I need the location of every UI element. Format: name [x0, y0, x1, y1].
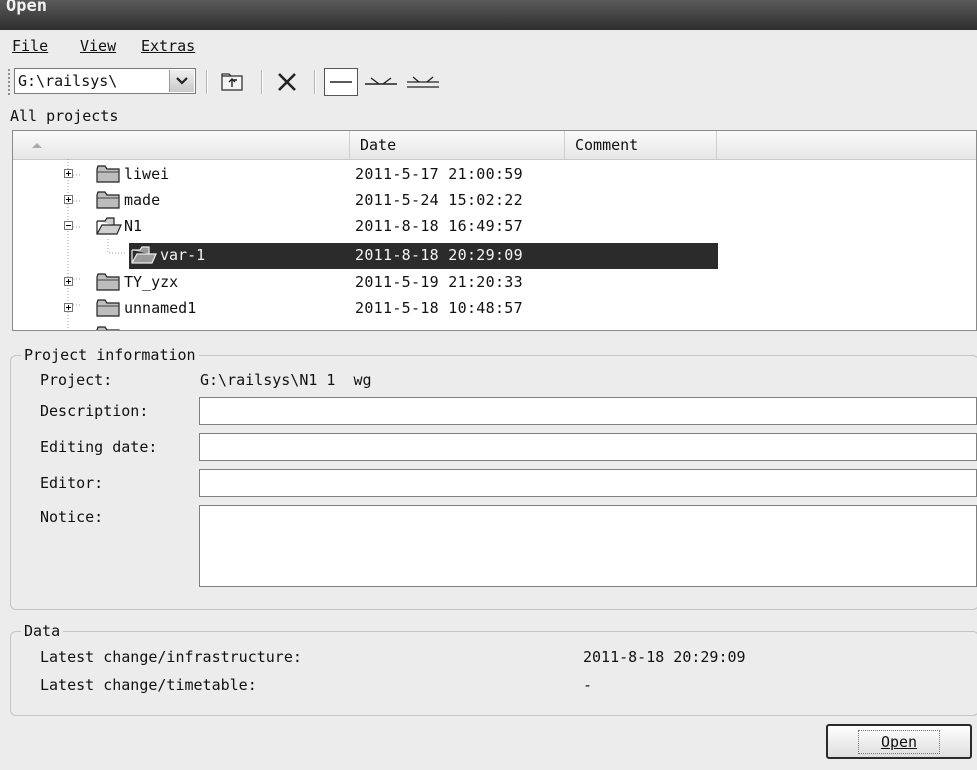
menu-file[interactable]: File	[12, 37, 48, 55]
tree-row[interactable]: unnamed1 2011-5-18 10:48:57	[13, 296, 976, 322]
folder-up-icon[interactable]	[218, 70, 246, 94]
tree-title: All projects	[10, 107, 119, 125]
toolbar-separator	[314, 70, 316, 94]
column-header-comment[interactable]: Comment	[565, 131, 717, 159]
expand-icon[interactable]	[64, 195, 73, 204]
path-combobox[interactable]: G:\railsys\	[14, 68, 196, 94]
expand-icon[interactable]	[64, 169, 73, 178]
column-comment-label: Comment	[575, 136, 639, 154]
infrastructure-change-value: 2011-8-18 20:29:09	[583, 648, 746, 666]
line-double-icon[interactable]	[404, 70, 442, 94]
row-name: N1	[124, 217, 143, 235]
menu-view-label: View	[80, 37, 117, 55]
folder-open-icon	[131, 246, 157, 264]
open-button-label: Open	[857, 729, 941, 754]
project-tree[interactable]: Date Comment liwei 2011-5-17 21:00:59 ma…	[12, 130, 977, 331]
toolbar-separator	[261, 70, 263, 94]
toolbar: G:\railsys\	[0, 62, 977, 102]
folder-icon	[96, 299, 120, 317]
description-field[interactable]	[199, 397, 977, 425]
tree-row[interactable]: liwei 2011-5-17 21:00:59	[13, 162, 976, 188]
row-name: TY_yzx	[124, 273, 179, 291]
folder-icon	[96, 326, 120, 330]
tree-title-bar: All projects	[8, 106, 977, 128]
sort-ascending-icon	[32, 143, 42, 148]
line-branch-icon[interactable]	[362, 70, 400, 94]
project-value: G:\railsys\N1 1 wg	[200, 371, 372, 389]
collapse-icon[interactable]	[64, 221, 73, 230]
menu-file-label: File	[12, 37, 49, 55]
title-bar: Open	[0, 0, 977, 30]
folder-open-icon	[96, 217, 122, 235]
editor-field[interactable]	[199, 469, 977, 497]
data-group: Data	[10, 622, 977, 716]
column-header-date[interactable]: Date	[350, 131, 565, 159]
notice-label: Notice:	[40, 508, 104, 526]
expand-icon[interactable]	[64, 277, 73, 286]
notice-field[interactable]	[199, 505, 977, 587]
timetable-change-value: -	[583, 676, 593, 694]
tree-row-selected[interactable]: var-1 2011-8-18 20:29:09	[13, 243, 976, 269]
column-date-label: Date	[360, 136, 397, 154]
expand-icon[interactable]	[64, 303, 73, 312]
row-date: 2011-8-18 16:49:57	[355, 217, 523, 235]
menu-extras[interactable]: Extras	[141, 37, 195, 55]
row-date: 2011-5-17 21:00:59	[355, 165, 523, 183]
folder-icon	[96, 273, 120, 291]
project-information-legend: Project information	[24, 346, 196, 364]
tree-row[interactable]: made 2011-5-24 15:02:22	[13, 188, 976, 214]
open-dialog: Open File View Extras G:\railsys\ All pr…	[0, 0, 977, 770]
toolbar-separator	[206, 70, 208, 94]
row-name: made	[124, 191, 161, 209]
delete-icon[interactable]	[272, 70, 302, 94]
data-legend: Data	[24, 622, 61, 640]
row-date: 2011-8-18 20:29:09	[355, 246, 523, 264]
row-name: var-1	[160, 246, 206, 264]
menu-bar: File View Extras	[0, 32, 977, 60]
row-date: 2011-5-18 10:48:57	[355, 299, 523, 317]
tree-row[interactable]: TY_yzx 2011-5-19 21:20:33	[13, 270, 976, 296]
window-title: Open	[6, 0, 47, 16]
path-value: G:\railsys\	[18, 72, 118, 90]
infrastructure-change-label: Latest change/infrastructure:	[40, 648, 302, 666]
project-label: Project:	[40, 371, 113, 389]
description-label: Description:	[40, 402, 149, 420]
tree-row-partial	[13, 323, 976, 330]
toolbar-grip[interactable]	[7, 68, 12, 96]
tree-row[interactable]: N1 2011-8-18 16:49:57	[13, 214, 976, 240]
editor-label: Editor:	[40, 474, 104, 492]
timetable-change-label: Latest change/timetable:	[40, 676, 257, 694]
row-date: 2011-5-24 15:02:22	[355, 191, 523, 209]
row-name: liwei	[124, 165, 170, 183]
column-header-name[interactable]	[13, 131, 350, 159]
row-date: 2011-5-19 21:20:33	[355, 273, 523, 291]
editing-date-label: Editing date:	[40, 438, 158, 456]
folder-icon	[96, 165, 120, 183]
line-icon[interactable]	[324, 68, 358, 96]
dropdown-arrow-icon[interactable]	[169, 70, 194, 92]
tree-header: Date Comment	[13, 131, 976, 160]
row-name: unnamed1	[124, 299, 197, 317]
open-button[interactable]: Open	[826, 724, 972, 759]
folder-icon	[96, 191, 120, 209]
menu-extras-label: Extras	[141, 37, 196, 55]
menu-view[interactable]: View	[80, 37, 116, 55]
editing-date-field[interactable]	[199, 433, 977, 461]
